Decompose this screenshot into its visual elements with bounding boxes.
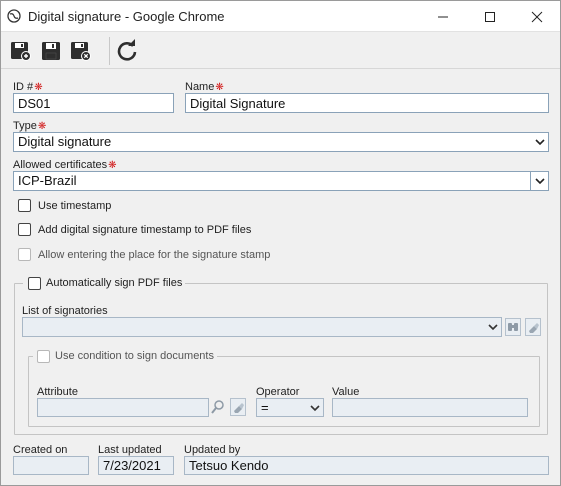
use-condition-label: Use condition to sign documents bbox=[55, 350, 214, 362]
chevron-down-icon bbox=[488, 324, 498, 331]
attribute-input[interactable] bbox=[37, 398, 209, 417]
id-label-text: ID # bbox=[13, 81, 34, 93]
updated-by-field bbox=[184, 456, 549, 475]
binoculars-icon[interactable] bbox=[505, 318, 521, 336]
created-on-label: Created on bbox=[13, 444, 68, 456]
required-icon: ❋ bbox=[215, 82, 224, 93]
value-label: Value bbox=[332, 386, 360, 398]
minimize-button[interactable] bbox=[420, 1, 466, 32]
maximize-icon bbox=[485, 11, 495, 22]
last-updated-field bbox=[98, 456, 174, 475]
certificates-label: Allowed certificates❋ bbox=[13, 159, 117, 171]
chevron-down-icon bbox=[535, 139, 545, 146]
auto-sign-label: Automatically sign PDF files bbox=[46, 277, 183, 289]
type-label-text: Type bbox=[13, 120, 37, 132]
toolbar bbox=[1, 32, 560, 69]
refresh-icon[interactable] bbox=[115, 39, 139, 63]
operator-select-value: = bbox=[261, 400, 269, 415]
maximize-button[interactable] bbox=[467, 1, 513, 32]
id-label: ID #❋ bbox=[13, 81, 43, 93]
type-select[interactable]: Digital signature bbox=[13, 132, 549, 152]
certificates-dropdown-button[interactable] bbox=[530, 172, 548, 190]
save-icon[interactable] bbox=[39, 39, 63, 63]
save-close-icon[interactable] bbox=[69, 39, 93, 63]
window-title: Digital signature - Google Chrome bbox=[28, 9, 225, 24]
signatories-select[interactable] bbox=[22, 317, 502, 337]
type-label: Type❋ bbox=[13, 120, 46, 132]
required-icon: ❋ bbox=[108, 160, 117, 171]
eraser-icon[interactable] bbox=[525, 318, 541, 336]
created-on-field bbox=[13, 456, 89, 475]
allow-place-label: Allow entering the place for the signatu… bbox=[38, 249, 271, 261]
search-icon[interactable] bbox=[210, 398, 226, 416]
globe-icon bbox=[7, 9, 21, 23]
operator-select[interactable]: = bbox=[256, 398, 324, 417]
certificates-select-value: ICP-Brazil bbox=[18, 173, 77, 188]
name-input[interactable] bbox=[185, 93, 549, 113]
type-select-value: Digital signature bbox=[18, 134, 112, 149]
toolbar-separator bbox=[109, 37, 110, 65]
last-updated-label: Last updated bbox=[98, 444, 162, 456]
add-timestamp-pdf-label: Add digital signature timestamp to PDF f… bbox=[38, 224, 252, 236]
id-input[interactable] bbox=[13, 93, 174, 113]
minimize-icon bbox=[438, 16, 448, 17]
auto-sign-checkbox[interactable] bbox=[28, 277, 41, 290]
required-icon: ❋ bbox=[34, 82, 43, 93]
value-input[interactable] bbox=[332, 398, 528, 417]
use-timestamp-checkbox[interactable] bbox=[18, 199, 31, 212]
updated-by-label: Updated by bbox=[184, 444, 241, 456]
signatories-label: List of signatories bbox=[22, 305, 108, 317]
certificates-label-text: Allowed certificates bbox=[13, 159, 108, 171]
use-condition-checkbox[interactable] bbox=[37, 350, 50, 363]
title-bar: Digital signature - Google Chrome bbox=[1, 1, 560, 32]
allow-place-checkbox[interactable] bbox=[18, 248, 31, 261]
attribute-label: Attribute bbox=[37, 386, 78, 398]
eraser-icon[interactable] bbox=[230, 398, 246, 416]
add-timestamp-pdf-checkbox[interactable] bbox=[18, 223, 31, 236]
operator-label: Operator bbox=[256, 386, 300, 398]
chevron-down-icon bbox=[535, 178, 545, 185]
dialog-window: Digital signature - Google Chrome ID #❋ … bbox=[0, 0, 561, 486]
certificates-select[interactable]: ICP-Brazil bbox=[13, 171, 549, 191]
name-label: Name❋ bbox=[185, 81, 224, 93]
close-button[interactable] bbox=[514, 1, 560, 32]
required-icon: ❋ bbox=[37, 121, 47, 132]
name-label-text: Name bbox=[185, 81, 215, 93]
use-timestamp-label: Use timestamp bbox=[38, 200, 112, 212]
save-new-icon[interactable] bbox=[9, 39, 33, 63]
close-icon bbox=[531, 11, 543, 22]
chevron-down-icon bbox=[310, 405, 320, 412]
